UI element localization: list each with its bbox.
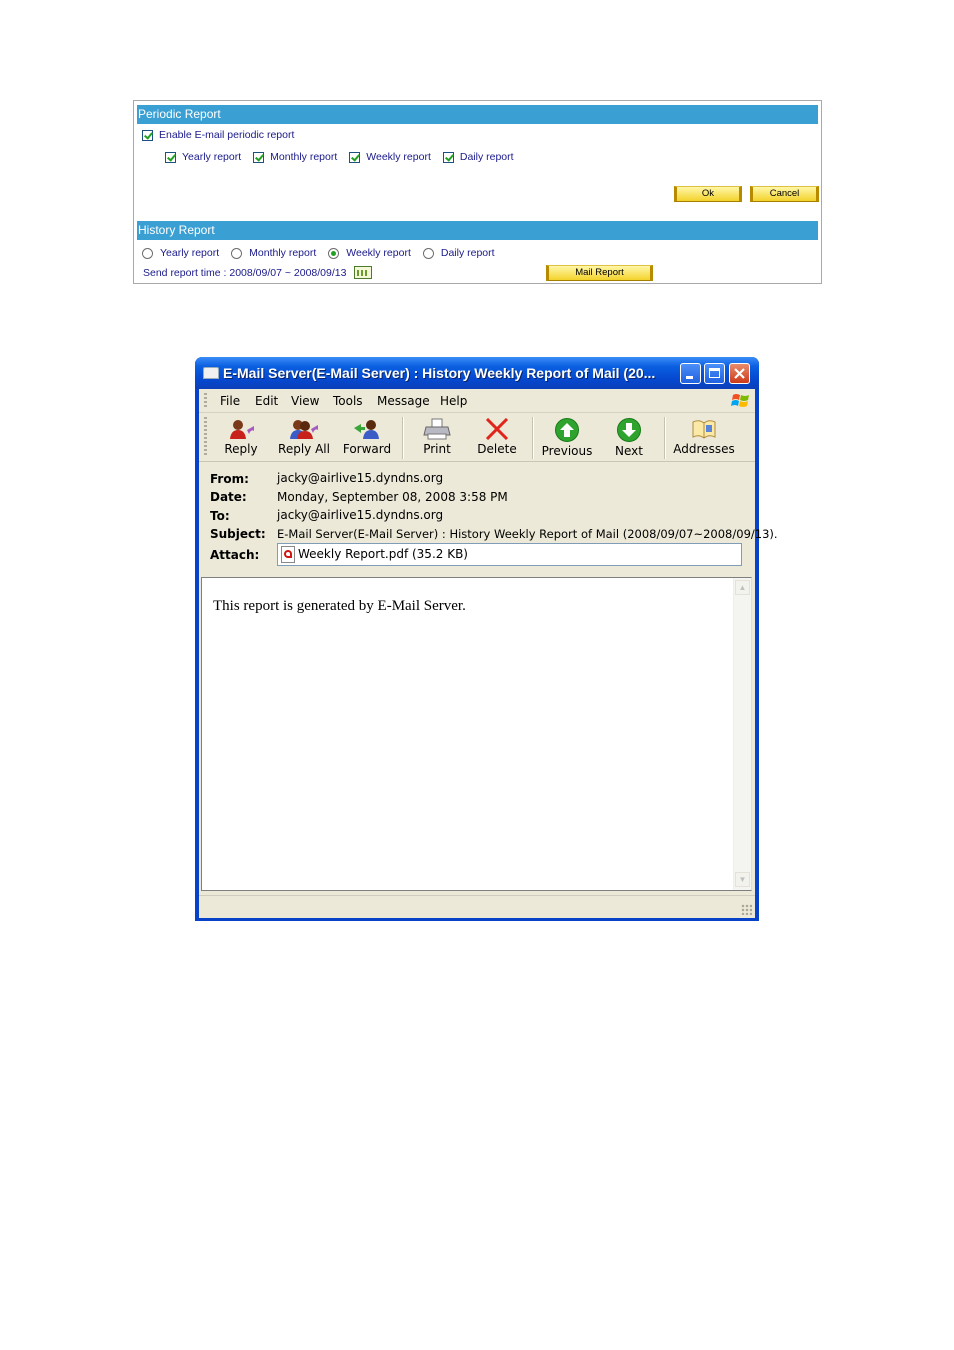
message-body-text: This report is generated by E-Mail Serve… [213,598,466,614]
delete-label: Delete [477,442,517,456]
history-options-row: Yearly report Monthly report Weekly repo… [142,247,507,259]
minimize-button[interactable] [680,363,701,384]
date-label: Date: [210,490,247,504]
daily-report-label: Daily report [459,151,514,163]
forward-icon [354,420,379,439]
reply-label: Reply [224,442,258,456]
attachment-field: Weekly Report.pdf (35.2 KB) [277,543,742,566]
reply-all-label: Reply All [278,442,330,456]
subject-value: E-Mail Server(E-Mail Server) : History W… [277,527,778,541]
history-monthly-radio[interactable] [231,247,243,259]
date-value: Monday, September 08, 2008 3:58 PM [277,490,508,504]
reply-icon [230,420,254,439]
enable-periodic-label: Enable E-mail periodic report [159,129,295,141]
toolbar-separator [664,417,666,459]
toolbar-separator [402,417,404,459]
menu-bar: File Edit View Tools Message Help [199,389,755,413]
enable-periodic-row: Enable E-mail periodic report [142,129,294,141]
title-bar[interactable]: E-Mail Server(E-Mail Server) : History W… [195,357,759,389]
toolbar-separator [532,417,534,459]
previous-label: Previous [541,444,593,458]
resize-grip[interactable] [741,904,752,915]
menu-tools[interactable]: Tools [333,394,363,408]
monthly-report-checkbox[interactable] [253,151,265,163]
subject-label: Subject: [210,527,266,541]
menu-edit[interactable]: Edit [255,394,278,408]
report-settings-panel: Periodic Report Enable E-mail periodic r… [133,100,822,284]
yearly-report-checkbox[interactable] [165,151,176,163]
vertical-scrollbar[interactable]: ▲ ▼ [733,578,751,890]
attachment-link[interactable]: Weekly Report.pdf (35.2 KB) [298,547,468,561]
maximize-button[interactable] [704,363,725,384]
forward-label: Forward [342,442,392,456]
print-button[interactable]: Print [413,415,461,459]
next-button[interactable]: Next [605,415,653,459]
history-yearly-label: Yearly report [160,247,220,259]
previous-button[interactable]: Previous [539,415,595,459]
window-client-area: File Edit View Tools Message Help Reply [199,389,778,918]
menu-view[interactable]: View [291,394,319,408]
up-arrow-icon [555,418,579,442]
delete-button[interactable]: Delete [473,415,521,459]
send-time-text: Send report time : 2008/09/07 ~ 2008/09/… [143,266,347,279]
down-arrow-icon [617,418,641,442]
history-monthly-label: Monthly report [249,247,317,259]
scroll-up-arrow-icon[interactable]: ▲ [735,580,750,595]
delete-icon [485,418,509,440]
history-yearly-radio[interactable] [142,247,153,259]
close-icon [734,368,745,379]
periodic-options-row: Yearly report Monthly report Weekly repo… [165,151,526,163]
window-title: E-Mail Server(E-Mail Server) : History W… [223,365,656,381]
periodic-report-header: Periodic Report [137,105,818,124]
printer-icon [423,418,451,440]
to-label: To: [210,509,230,523]
menu-file[interactable]: File [220,394,240,408]
menu-help[interactable]: Help [440,394,467,408]
reply-all-button[interactable]: Reply All [277,415,331,459]
send-time-row: Send report time : 2008/09/07 ~ 2008/09/… [143,266,373,279]
scroll-down-arrow-icon[interactable]: ▼ [735,872,750,887]
windows-logo-icon [731,394,749,407]
menu-message[interactable]: Message [377,394,430,408]
address-book-icon [692,420,716,439]
addresses-label: Addresses [673,442,735,456]
weekly-report-label: Weekly report [366,151,431,163]
to-value: jacky@airlive15.dyndns.org [277,508,444,522]
next-label: Next [615,444,643,458]
print-label: Print [423,442,451,456]
cancel-button[interactable]: Cancel [750,186,819,202]
forward-button[interactable]: Forward [339,415,395,459]
envelope-icon [203,367,219,379]
history-report-header: History Report [137,221,818,240]
close-button[interactable] [729,363,750,384]
enable-periodic-checkbox[interactable] [142,129,153,141]
status-bar [199,895,755,918]
history-daily-radio[interactable] [422,247,434,259]
from-value: jacky@airlive15.dyndns.org [277,471,444,485]
history-weekly-radio[interactable] [328,247,340,259]
monthly-report-label: Monthly report [270,151,338,163]
message-window: E-Mail Server(E-Mail Server) : History W… [195,357,778,921]
attach-label: Attach: [210,548,260,562]
pdf-file-icon[interactable] [281,546,295,563]
mail-report-button[interactable]: Mail Report [546,265,653,281]
weekly-report-checkbox[interactable] [349,151,361,163]
menu-grip [204,393,207,409]
toolbar-grip [204,417,207,457]
reply-all-icon [290,420,318,439]
yearly-report-label: Yearly report [182,151,242,163]
history-weekly-label: Weekly report [346,247,411,259]
daily-report-checkbox[interactable] [442,151,454,163]
ok-button[interactable]: Ok [674,186,742,202]
reply-button[interactable]: Reply [217,415,265,459]
from-label: From: [210,472,249,486]
history-daily-label: Daily report [440,247,495,259]
message-body[interactable]: This report is generated by E-Mail Serve… [201,577,752,891]
toolbar: Reply Reply All Forward Print Delete Pre… [199,413,755,462]
calendar-icon[interactable] [354,266,373,279]
addresses-button[interactable]: Addresses [671,415,737,459]
